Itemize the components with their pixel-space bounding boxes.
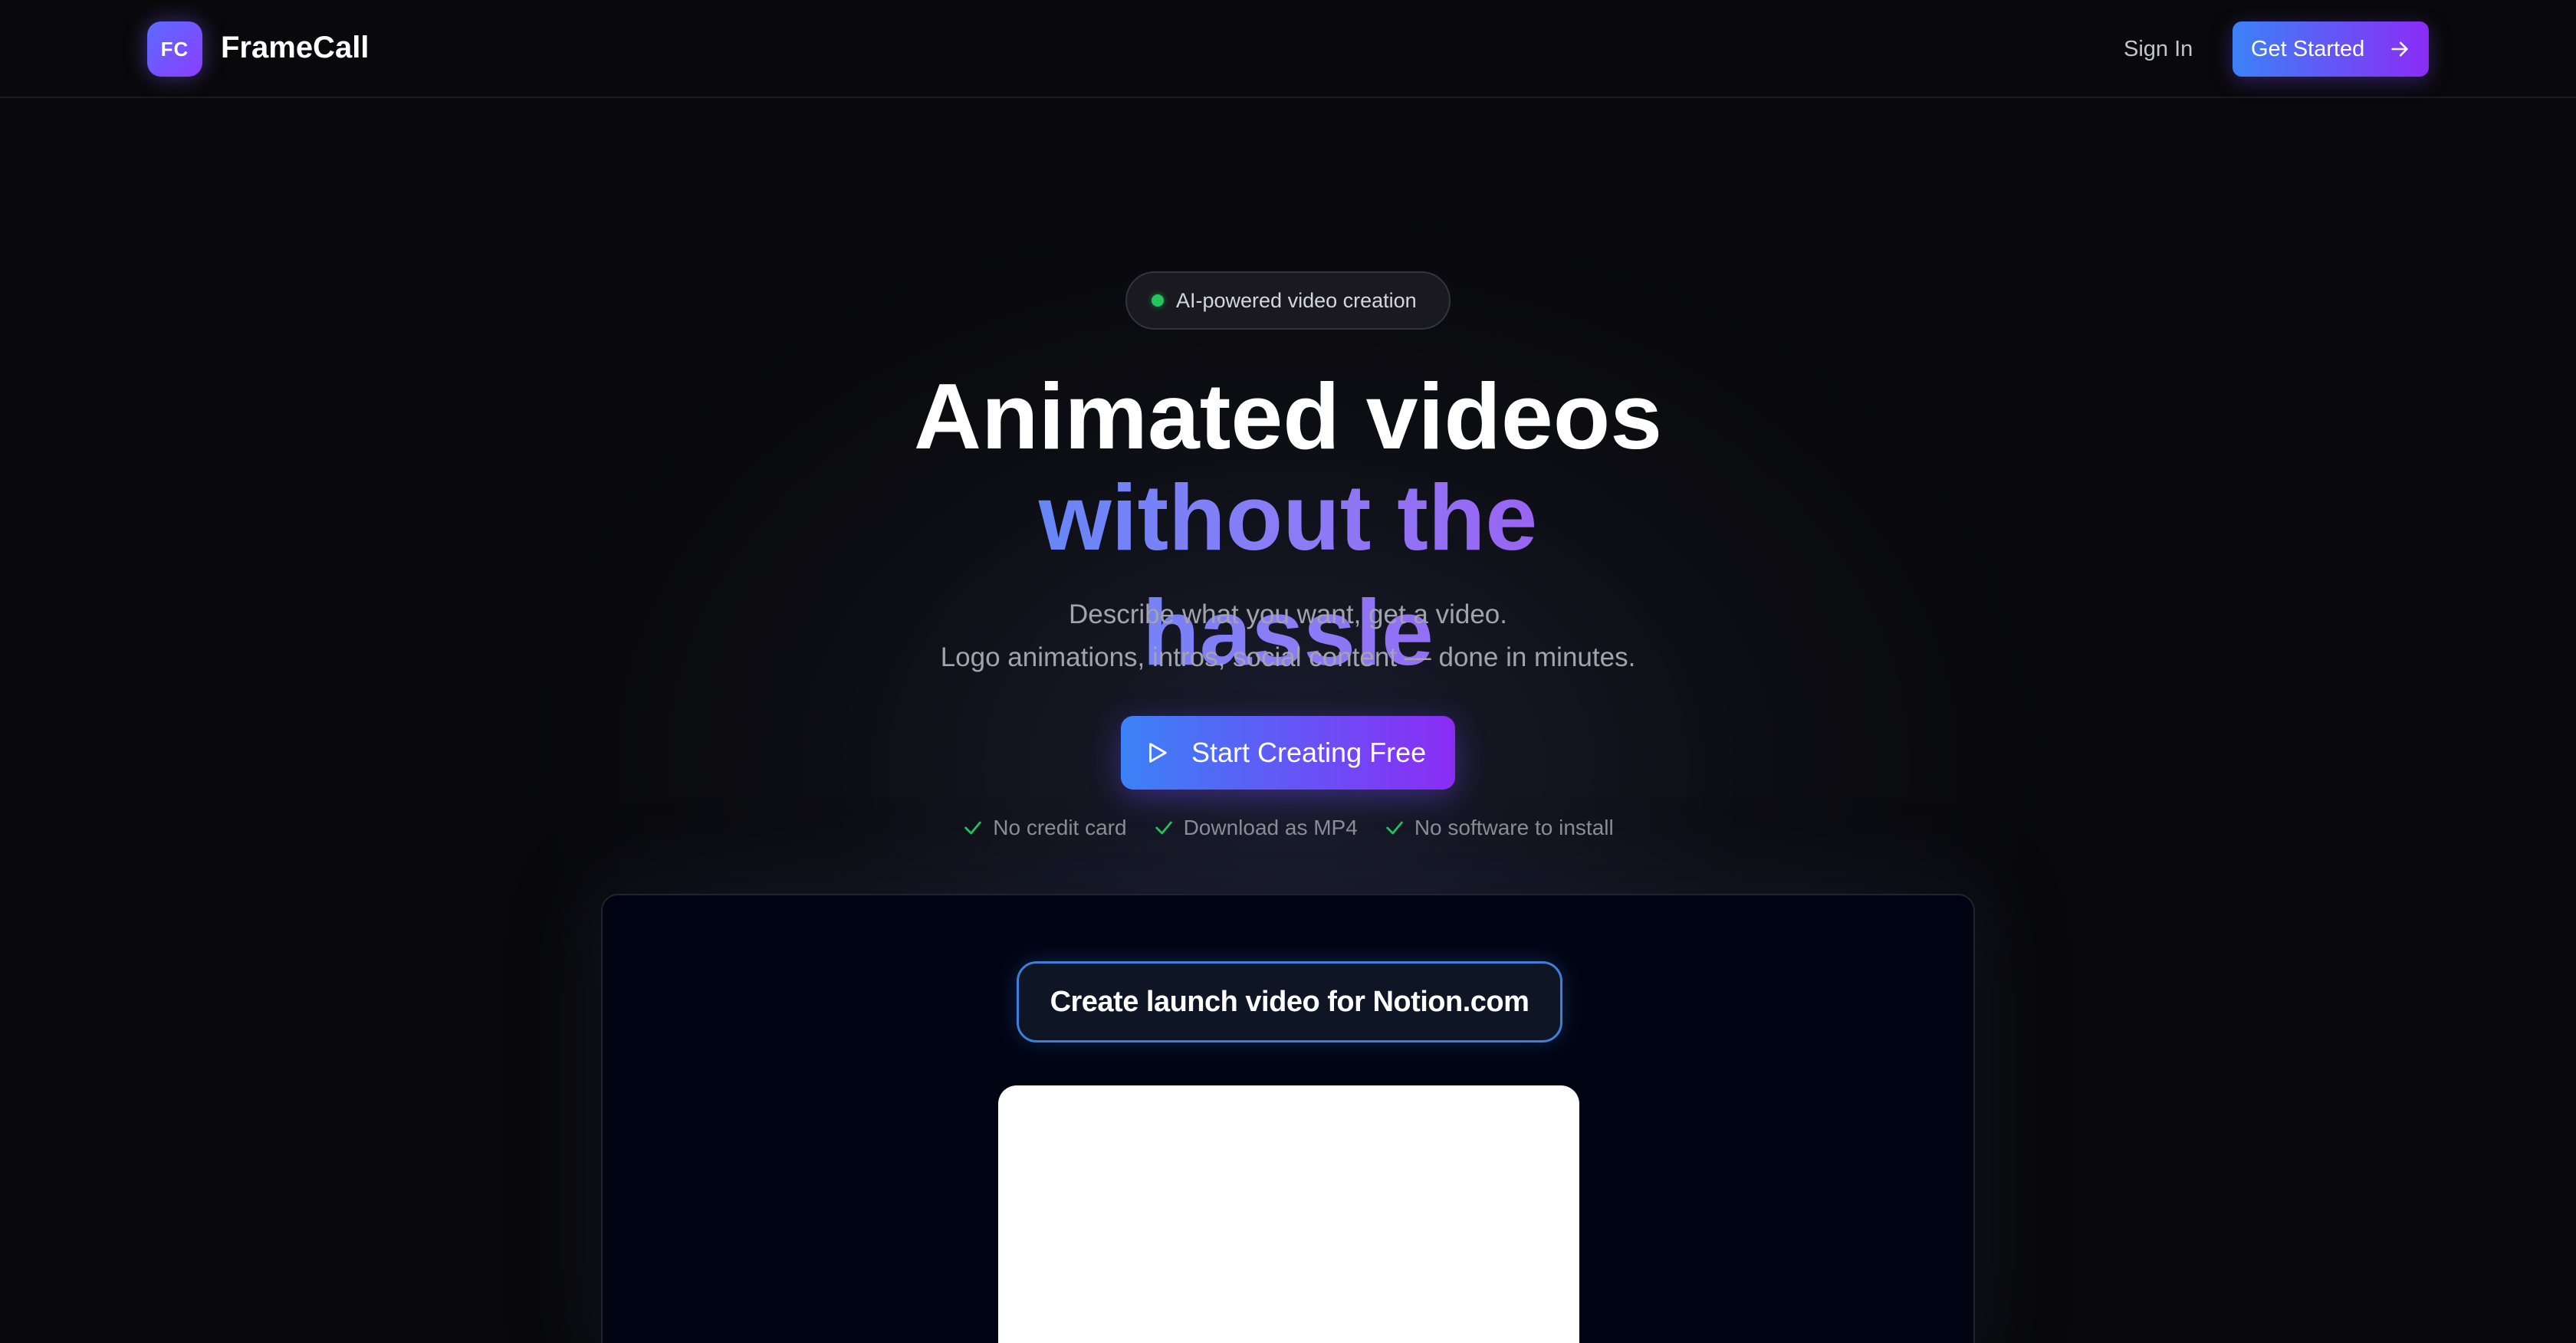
feature-item: Download as MP4 xyxy=(1153,816,1358,840)
check-icon xyxy=(1386,821,1403,835)
headline-primary: Animated videos xyxy=(913,364,1663,468)
feature-label: No credit card xyxy=(993,816,1127,839)
get-started-label: Get Started xyxy=(2251,36,2365,61)
feature-item: No software to install xyxy=(1384,816,1614,840)
logo-badge[interactable]: FC xyxy=(147,21,202,77)
ai-badge-text: AI-powered video creation xyxy=(1176,288,1417,312)
feature-item: No credit card xyxy=(962,816,1127,840)
start-creating-label: Start Creating Free xyxy=(1191,737,1427,768)
sign-in-link[interactable]: Sign In xyxy=(2124,34,2193,64)
feature-list: No credit card Download as MP4 No softwa… xyxy=(0,816,2576,840)
video-preview-panel: Create launch video for Notion.com xyxy=(601,894,1975,1343)
ai-badge: AI-powered video creation xyxy=(1125,271,1451,330)
prompt-bubble: Create launch video for Notion.com xyxy=(1017,961,1562,1043)
prompt-text: Create launch video for Notion.com xyxy=(1050,985,1530,1018)
status-dot-icon xyxy=(1152,294,1164,307)
top-nav: FC FrameCall Sign In Get Started xyxy=(0,0,2576,98)
feature-label: Download as MP4 xyxy=(1183,816,1358,839)
play-icon xyxy=(1149,743,1167,763)
start-creating-button[interactable]: Start Creating Free xyxy=(1121,716,1455,790)
check-icon xyxy=(1155,821,1172,835)
logo-initials: FC xyxy=(160,37,189,61)
feature-label: No software to install xyxy=(1414,816,1614,839)
subtitle-line-1: Describe what you want, get a video. xyxy=(1069,599,1507,629)
landing-page: FC FrameCall Sign In Get Started AI-powe… xyxy=(0,0,2576,1343)
video-canvas xyxy=(998,1085,1579,1343)
check-icon xyxy=(964,821,982,835)
get-started-button[interactable]: Get Started xyxy=(2233,21,2429,77)
arrow-right-icon xyxy=(2391,41,2408,57)
brand-name[interactable]: FrameCall xyxy=(221,29,369,66)
subtitle-line-2: Logo animations, intros, social content … xyxy=(940,642,1636,672)
